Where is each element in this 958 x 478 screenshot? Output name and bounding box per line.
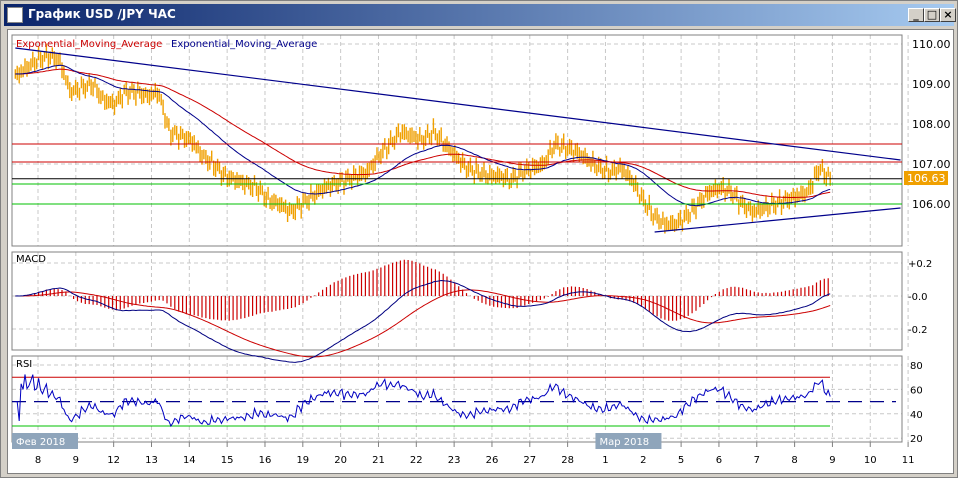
x-tick-label: 19 [296, 455, 309, 466]
x-tick-label: 20 [334, 455, 347, 466]
rsi-label: RSI [16, 359, 32, 370]
macd-tick-label: +0.2 [908, 259, 932, 270]
x-tick-label: 6 [716, 455, 722, 466]
chart-svg[interactable]: Exponential_Moving_Average Exponential_M… [0, 0, 958, 478]
x-tick-label: 11 [902, 455, 915, 466]
x-tick-label: 28 [561, 455, 574, 466]
x-tick-label: 14 [183, 455, 196, 466]
rsi-tick-label: 80 [910, 361, 923, 372]
price-tick-label: 106.00 [912, 198, 951, 211]
month-label: Фев 2018 [16, 437, 65, 448]
current-price-label: 106.63 [907, 172, 946, 185]
grid [12, 35, 909, 442]
rsi-panel [11, 355, 903, 443]
price-tick-label: 108.00 [912, 118, 951, 131]
legend-ema-blue: Exponential_Moving_Average [171, 39, 317, 50]
rsi-tick-label: 60 [910, 385, 923, 396]
x-tick-label: 16 [259, 455, 272, 466]
x-tick-label: 7 [754, 455, 760, 466]
price-tick-label: 109.00 [912, 78, 951, 91]
macd-label: MACD [16, 254, 46, 265]
macd-tick-label: -0.2 [908, 325, 928, 336]
x-tick-label: 5 [678, 455, 684, 466]
x-tick-label: 9 [73, 455, 79, 466]
price-bars [14, 43, 831, 234]
trend-line [15, 47, 901, 161]
month-label: Мар 2018 [599, 437, 649, 448]
legend-ema-red: Exponential_Moving_Average [16, 39, 162, 50]
macd-tick-label: -0.0 [908, 292, 928, 303]
macd-histogram [22, 259, 829, 321]
rsi-tick-label: 40 [910, 410, 923, 421]
price-tick-label: 107.00 [912, 158, 951, 171]
rsi-line [15, 374, 831, 428]
x-tick-label: 12 [107, 455, 120, 466]
x-tick-label: 22 [410, 455, 423, 466]
price-tick-label: 110.00 [912, 38, 951, 51]
x-tick-label: 2 [640, 455, 646, 466]
x-tick-label: 13 [145, 455, 158, 466]
x-tick-label: 9 [829, 455, 835, 466]
x-tick-label: 10 [864, 455, 877, 466]
x-tick-label: 23 [448, 455, 461, 466]
rsi-tick-label: 20 [910, 434, 923, 445]
x-tick-label: 15 [221, 455, 234, 466]
x-tick-label: 26 [486, 455, 499, 466]
x-tick-label: 1 [602, 455, 608, 466]
x-tick-label: 8 [791, 455, 797, 466]
macd-panel [11, 251, 903, 351]
x-tick-label: 21 [372, 455, 385, 466]
x-tick-label: 27 [523, 455, 536, 466]
x-tick-label: 8 [35, 455, 41, 466]
